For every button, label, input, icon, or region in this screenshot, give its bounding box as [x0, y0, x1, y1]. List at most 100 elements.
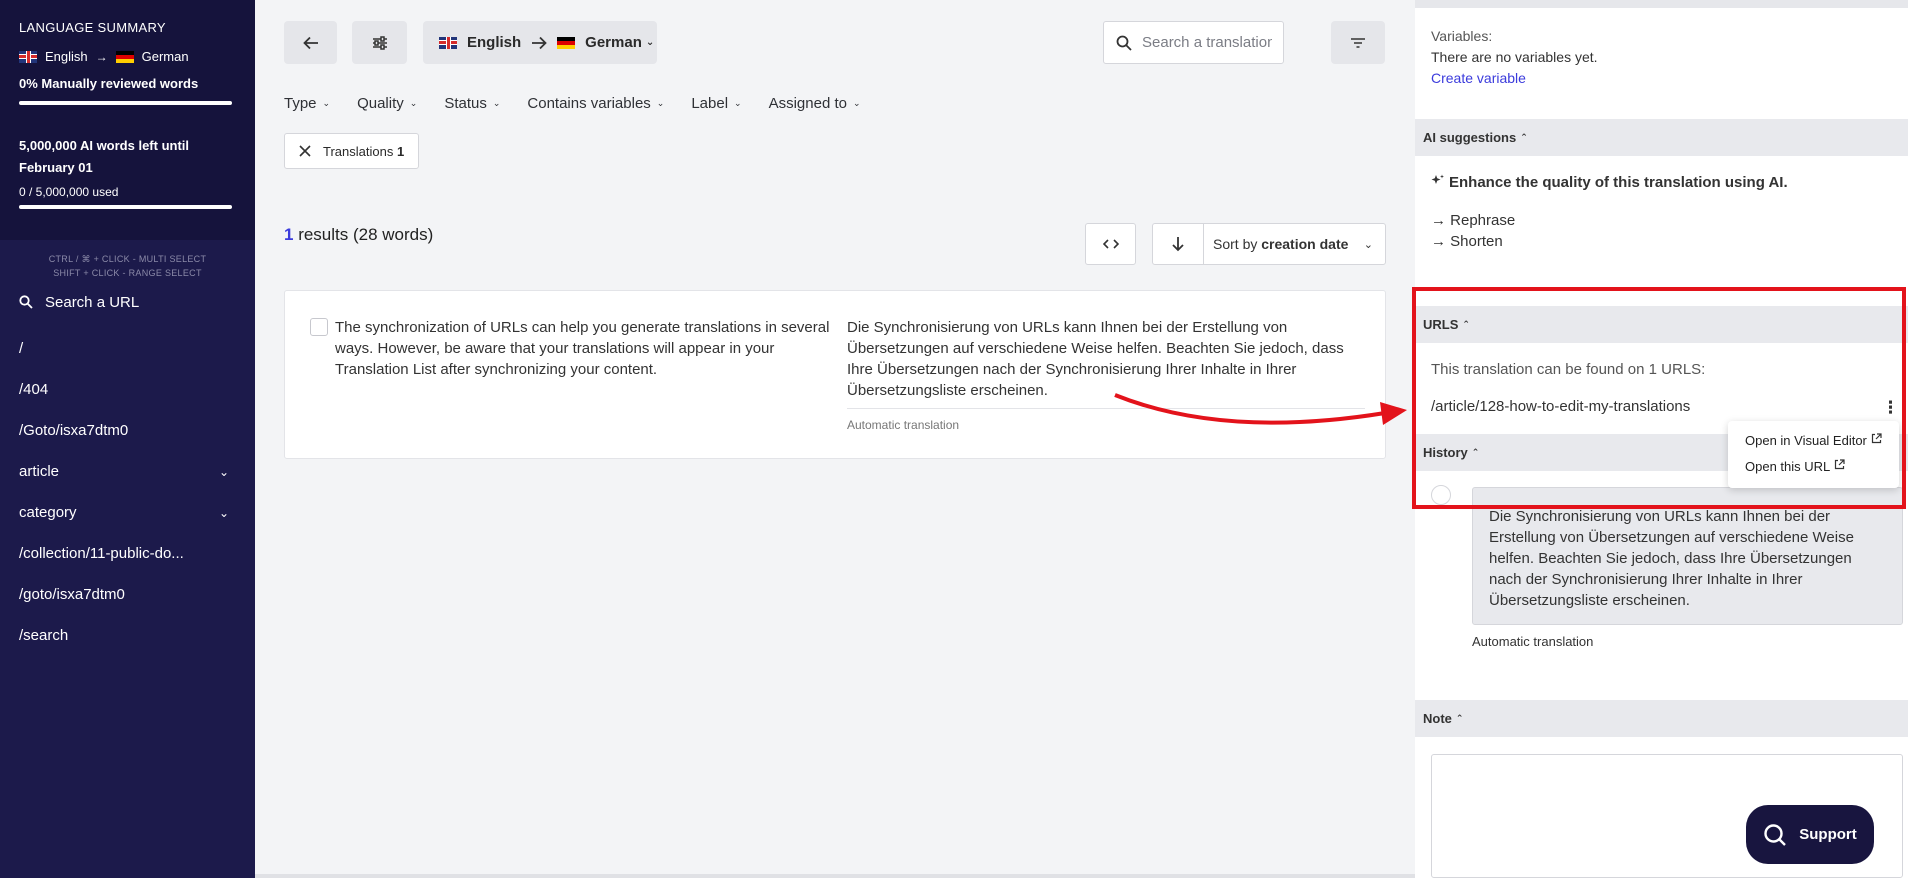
results-summary: 1 results (28 words) — [284, 225, 433, 245]
filter-label[interactable]: Label ⌄ — [691, 95, 741, 112]
translation-card[interactable]: The synchronization of URLs can help you… — [284, 290, 1386, 459]
active-filter-chip: Translations 1 — [284, 133, 419, 169]
hint-multi-select: CTRL / ⌘ + CLICK - MULTI SELECT — [48, 254, 207, 264]
url-row: /article/128-how-to-edit-my-translations… — [1431, 398, 1901, 418]
chip-count: 1 — [396, 143, 405, 159]
arrow-right-icon — [532, 36, 547, 49]
language-pair: English → German — [19, 49, 236, 64]
filter-button[interactable] — [1331, 21, 1385, 64]
chip-label: Translations 1 — [323, 144, 404, 159]
search-icon — [19, 295, 33, 309]
target-text[interactable]: Die Synchronisierung von URLs kann Ihnen… — [847, 317, 1347, 401]
filter-assigned-to[interactable]: Assigned to ⌄ — [769, 95, 861, 112]
uk-flag-icon — [19, 50, 37, 63]
external-link-icon — [1835, 459, 1845, 470]
history-entry: Die Synchronisierung von URLs kann Ihnen… — [1472, 487, 1903, 625]
ai-title-text: Enhance the quality of this translation … — [1449, 174, 1788, 191]
open-url-item[interactable]: Open this URL — [1745, 459, 1899, 485]
translation-type: Automatic translation — [847, 418, 960, 432]
chevron-down-icon[interactable]: ⌄ — [219, 465, 229, 479]
filter-type[interactable]: Type ⌄ — [284, 95, 330, 112]
menu-item-label: Open this URL — [1745, 459, 1831, 474]
chevron-up-icon: ⌃ — [1462, 319, 1470, 329]
url-item-label: article — [19, 463, 60, 480]
ai-words-label: 5,000,000 AI words left until February 0… — [19, 135, 236, 179]
section-title: AI suggestions — [1423, 130, 1517, 145]
url-item-label: /goto/isxa7dtm0 — [19, 586, 125, 603]
ai-words-line2: February 01 — [19, 160, 93, 175]
sort-field-select[interactable]: Sort by creation date ⌄ — [1204, 236, 1385, 252]
filter-label: Label — [691, 95, 729, 112]
create-variable-link[interactable]: Create variable — [1431, 68, 1598, 89]
arrow-left-icon — [302, 36, 318, 49]
horizontal-scrollbar[interactable] — [255, 874, 1415, 878]
ai-words-line1: 5,000,000 AI words left until — [19, 138, 190, 153]
note-header[interactable]: Note ⌃ — [1415, 700, 1908, 737]
history-radio[interactable] — [1431, 485, 1451, 505]
german-flag-icon — [557, 36, 576, 49]
url-item-label: /collection/11-public-do... — [19, 545, 184, 562]
source-language: English — [45, 49, 88, 64]
open-visual-editor-item[interactable]: Open in Visual Editor — [1745, 433, 1899, 459]
url-item-404[interactable]: /404 — [0, 369, 255, 410]
url-item-label: /Goto/isxa7dtm0 — [19, 422, 129, 439]
german-flag-icon — [115, 50, 134, 63]
panel-top-strip — [1415, 0, 1908, 8]
ai-rephrase-option[interactable]: → Rephrase — [1431, 212, 1515, 229]
more-options-icon[interactable]: ⋮ — [1882, 398, 1899, 418]
urls-header[interactable]: URLS ⌃ — [1415, 306, 1908, 343]
variables-label: Variables: — [1431, 28, 1493, 44]
url-list: / /404 /Goto/isxa7dtm0 article ⌄ category… — [0, 328, 255, 656]
arrow-down-icon — [1172, 237, 1184, 252]
filter-icon — [1351, 37, 1365, 48]
hint-range-select: SHIFT + CLICK - RANGE SELECT — [53, 268, 202, 278]
search-icon — [1116, 35, 1132, 51]
ai-shorten-option[interactable]: → Shorten — [1431, 233, 1503, 250]
url-search[interactable]: Search a URL — [0, 292, 255, 312]
back-button[interactable] — [284, 21, 337, 64]
settings-button[interactable] — [352, 21, 407, 64]
url-item-search[interactable]: /search — [0, 615, 255, 656]
sliders-icon — [372, 35, 387, 50]
url-item-label: /404 — [19, 381, 49, 398]
filter-label: Assigned to — [768, 95, 847, 112]
support-label: Support — [1799, 826, 1857, 843]
external-link-icon — [1871, 433, 1882, 444]
menu-item-label: Open in Visual Editor — [1745, 433, 1867, 448]
url-item-root[interactable]: / — [0, 328, 255, 369]
code-view-button[interactable] — [1085, 223, 1136, 265]
chevron-down-icon[interactable]: ⌄ — [219, 506, 229, 520]
divider — [847, 408, 1365, 409]
filter-contains-variables[interactable]: Contains variables ⌄ — [527, 95, 664, 112]
translation-search-input[interactable] — [1142, 34, 1272, 51]
filter-quality[interactable]: Quality ⌄ — [357, 95, 417, 112]
target-language: German — [141, 49, 189, 64]
search-icon — [1764, 823, 1787, 846]
filter-label: Status — [444, 95, 487, 112]
translation-checkbox[interactable] — [310, 318, 328, 336]
chevron-down-icon: ⌄ — [734, 98, 742, 108]
url-item-collection[interactable]: /collection/11-public-do... — [0, 533, 255, 574]
sparkles-icon — [1431, 174, 1444, 184]
url-item-category[interactable]: category ⌄ — [0, 492, 255, 533]
close-icon[interactable] — [299, 145, 311, 157]
support-button[interactable]: Support — [1746, 805, 1874, 864]
arrow-right-icon: → — [95, 49, 108, 64]
chevron-down-icon: ⌄ — [492, 98, 501, 108]
history-meta: Automatic translation — [1472, 634, 1594, 649]
translation-search[interactable] — [1103, 21, 1284, 64]
url-path: /article/128-how-to-edit-my-translations — [1431, 398, 1691, 415]
language-selector[interactable]: English German ⌄ — [423, 21, 657, 64]
reviewed-words-label: 0% Manually reviewed words — [19, 76, 199, 91]
url-item-article[interactable]: article ⌄ — [0, 451, 255, 492]
ai-suggestions-header[interactable]: AI suggestions ⌃ — [1415, 119, 1908, 156]
chevron-down-icon: ⌄ — [852, 98, 861, 108]
url-item-goto-upper[interactable]: /Goto/isxa7dtm0 — [0, 410, 255, 451]
ai-progress-bar — [19, 205, 232, 209]
main-area: English German ⌄ Type ⌄ Quality ⌄ Status ⌄ … — [255, 0, 1415, 878]
url-item-goto-lower[interactable]: /goto/isxa7dtm0 — [0, 574, 255, 615]
source-language: English — [467, 34, 522, 51]
filter-label: Quality — [357, 95, 404, 112]
sort-direction-button[interactable] — [1153, 224, 1204, 264]
filter-status[interactable]: Status ⌄ — [444, 95, 500, 112]
